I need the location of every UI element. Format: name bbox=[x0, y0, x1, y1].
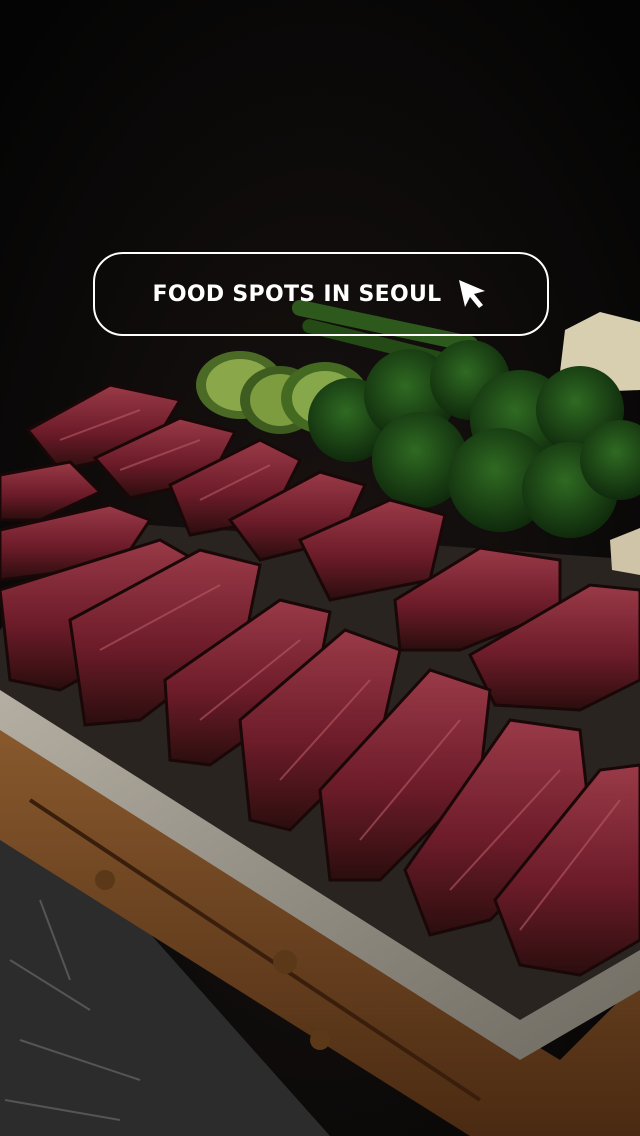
food-photo bbox=[0, 0, 640, 1136]
cursor-arrow-icon bbox=[459, 280, 486, 308]
food-spots-button[interactable]: FOOD SPOTS IN SEOUL bbox=[93, 252, 549, 336]
button-label: FOOD SPOTS IN SEOUL bbox=[152, 281, 442, 307]
